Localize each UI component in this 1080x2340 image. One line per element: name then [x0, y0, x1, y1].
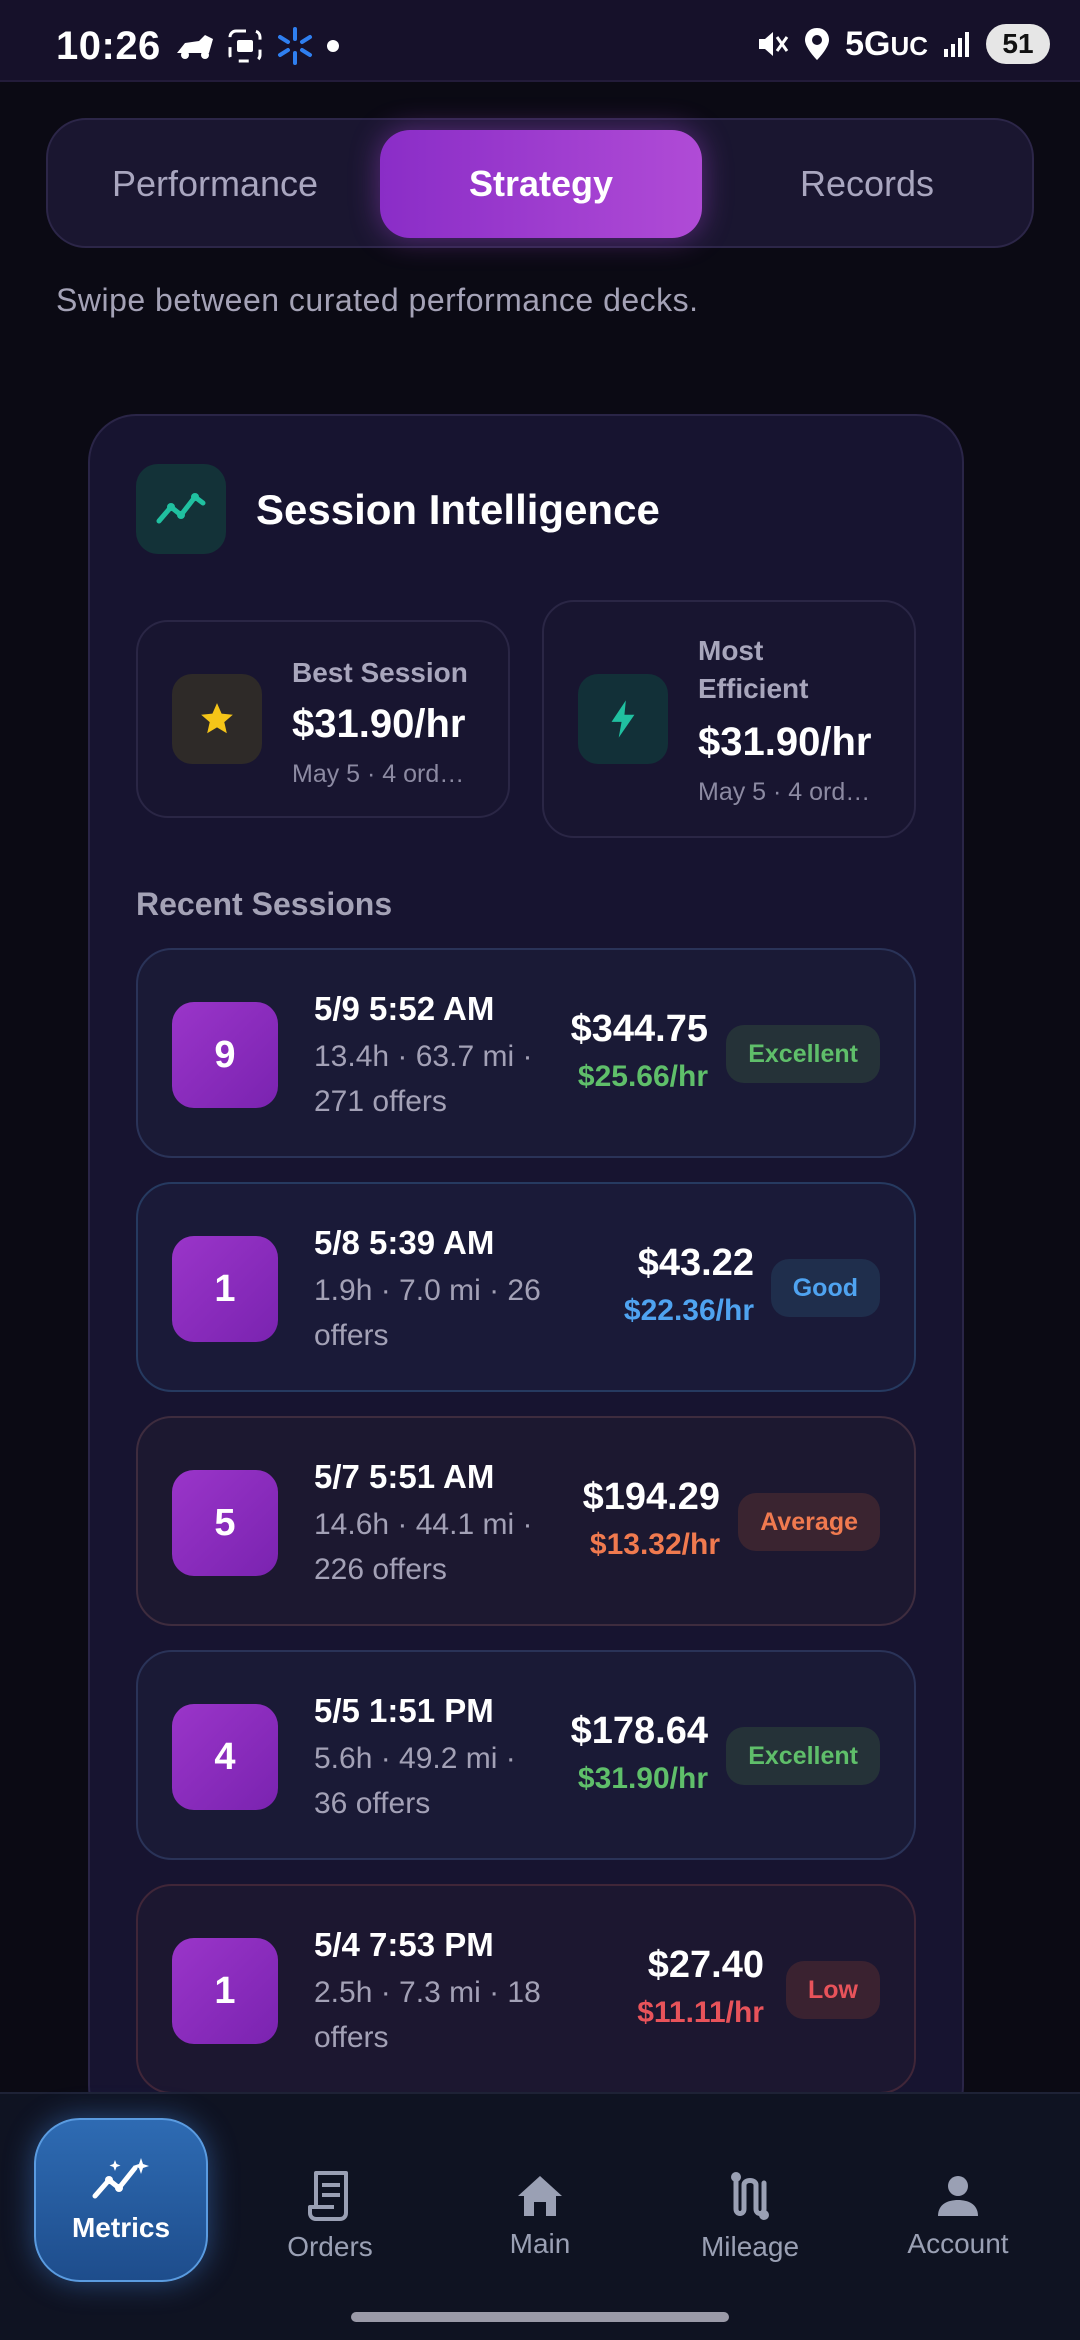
- nav-label: Account: [907, 2228, 1009, 2259]
- rating-badge: Average: [738, 1493, 880, 1551]
- session-amount: $344.75: [570, 1008, 708, 1050]
- session-intelligence-card: Session Intelligence Best Session $31.90…: [88, 414, 964, 2134]
- session-amount: $194.29: [582, 1476, 720, 1518]
- notification-dot-icon: [327, 40, 339, 52]
- nav-mileage[interactable]: Mileage: [662, 2116, 838, 2316]
- nav-metrics[interactable]: Metrics: [34, 2118, 208, 2282]
- best-session-label: Best Session: [292, 657, 468, 688]
- home-indicator[interactable]: [351, 2312, 729, 2322]
- nav-label: Orders: [287, 2231, 373, 2262]
- session-meta: 1.9h · 7.0 mi · 26 offers: [314, 1274, 541, 1352]
- network-type: 5GUC: [845, 24, 928, 63]
- session-row[interactable]: 1 5/4 7:53 PM 2.5h · 7.3 mi · 18 offers $…: [136, 1884, 916, 2094]
- battery-indicator: 51: [986, 24, 1050, 64]
- bottom-nav: Metrics Orders Main Mileage Account: [0, 2092, 1080, 2340]
- session-rate: $22.36/hr: [623, 1294, 754, 1327]
- session-date: 5/5 1:51 PM: [314, 1692, 494, 1729]
- rating-badge: Low: [786, 1961, 880, 2019]
- person-icon: [938, 2176, 978, 2216]
- best-session-sub: May 5 · 4 ord…: [292, 760, 465, 788]
- home-icon: [518, 2176, 562, 2216]
- session-row[interactable]: 5 5/7 5:51 AM 14.6h · 44.1 mi · 226 offer…: [136, 1416, 916, 1626]
- most-efficient-label-2: Efficient: [698, 673, 809, 704]
- session-meta: 2.5h · 7.3 mi · 18 offers: [314, 1976, 541, 2054]
- card-title: Session Intelligence: [256, 486, 660, 533]
- signal-icon: [944, 32, 969, 57]
- sparkle-chart-icon: [92, 2158, 149, 2199]
- tab-records[interactable]: Records: [714, 130, 1020, 238]
- rating-badge: Good: [770, 1259, 880, 1317]
- best-session-box[interactable]: Best Session $31.90/hr May 5 · 4 ord…: [136, 620, 510, 818]
- receipt-icon: [308, 2171, 348, 2221]
- session-rate: $11.11/hr: [637, 1996, 764, 2029]
- session-amount: $178.64: [570, 1710, 708, 1752]
- most-efficient-value: $31.90/hr: [698, 720, 872, 764]
- status-right-icons: 5GUC 51: [755, 22, 1050, 66]
- mute-icon: [759, 32, 789, 56]
- most-efficient-label-1: Most: [698, 635, 764, 666]
- session-meta: 13.4h · 63.7 mi · 271 offers: [314, 1040, 533, 1118]
- best-session-value: $31.90/hr: [292, 702, 466, 746]
- recent-sessions-label: Recent Sessions: [136, 886, 393, 922]
- most-efficient-sub: May 5 · 4 ord…: [698, 778, 871, 806]
- screenshot-icon: [228, 29, 262, 63]
- session-rate: $31.90/hr: [577, 1762, 708, 1795]
- session-row[interactable]: 4 5/5 1:51 PM 5.6h · 49.2 mi · 36 offers …: [136, 1650, 916, 1860]
- star-icon: [172, 674, 262, 764]
- session-amount: $43.22: [637, 1242, 754, 1284]
- order-count-badge: 4: [172, 1704, 278, 1810]
- session-row[interactable]: 9 5/9 5:52 AM 13.4h · 63.7 mi · 271 offer…: [136, 948, 916, 1158]
- deck-tabs: Performance Strategy Records: [46, 118, 1034, 248]
- nav-label: Main: [509, 2228, 571, 2259]
- order-count-badge: 9: [172, 1002, 278, 1108]
- location-icon: [805, 28, 830, 60]
- tab-performance[interactable]: Performance: [62, 130, 368, 238]
- route-icon: [731, 2172, 769, 2220]
- nav-label: Metrics: [71, 2212, 171, 2243]
- session-rate: $13.32/hr: [589, 1528, 720, 1561]
- status-bar: 10:26 5GUC 51: [0, 0, 1080, 82]
- session-meta: 5.6h · 49.2 mi · 36 offers: [314, 1742, 516, 1820]
- lightning-icon: [578, 674, 668, 764]
- session-amount: $27.40: [647, 1944, 764, 1986]
- tagline: Swipe between curated performance decks.: [56, 282, 699, 318]
- status-time: 10:26: [56, 24, 161, 68]
- nav-account[interactable]: Account: [870, 2116, 1046, 2316]
- tab-strategy[interactable]: Strategy: [380, 130, 702, 238]
- walmart-spark-icon: [278, 27, 312, 65]
- session-date: 5/7 5:51 AM: [314, 1458, 495, 1495]
- session-date: 5/9 5:52 AM: [314, 990, 495, 1027]
- order-count-badge: 1: [172, 1938, 278, 2044]
- trend-line-icon: [136, 464, 226, 554]
- rating-badge: Excellent: [726, 1727, 880, 1785]
- rating-badge: Excellent: [726, 1025, 880, 1083]
- nav-label: Mileage: [700, 2231, 800, 2262]
- status-left-icons: [175, 26, 339, 66]
- most-efficient-box[interactable]: Most Efficient $31.90/hr May 5 · 4 ord…: [542, 600, 916, 838]
- session-row[interactable]: 1 5/8 5:39 AM 1.9h · 7.0 mi · 26 offers $…: [136, 1182, 916, 1392]
- dasher-car-icon: [177, 35, 213, 59]
- nav-orders[interactable]: Orders: [242, 2116, 418, 2316]
- session-meta: 14.6h · 44.1 mi · 226 offers: [314, 1508, 533, 1586]
- session-date: 5/8 5:39 AM: [314, 1224, 495, 1261]
- session-date: 5/4 7:53 PM: [314, 1926, 494, 1963]
- session-rate: $25.66/hr: [577, 1060, 708, 1093]
- order-count-badge: 1: [172, 1236, 278, 1342]
- nav-main[interactable]: Main: [452, 2116, 628, 2316]
- order-count-badge: 5: [172, 1470, 278, 1576]
